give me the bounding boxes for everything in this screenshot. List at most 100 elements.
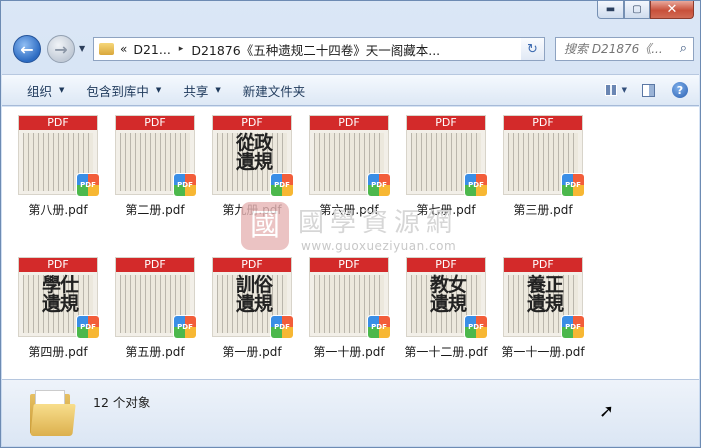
preview-pane-icon — [641, 83, 655, 97]
share-menu[interactable]: 共享 ▼ — [172, 75, 231, 105]
minimize-button[interactable]: ▬ — [597, 1, 624, 19]
chevron-down-icon: ▼ — [155, 86, 162, 94]
caption-buttons: ▬ ▢ ✕ — [597, 1, 694, 19]
pdf-band-label: PDF — [116, 116, 194, 130]
pdf-thumbnail[interactable]: PDF PDF — [115, 257, 196, 338]
file-item[interactable]: PDF 從政遺規 PDF 第九册.pdf — [204, 115, 300, 218]
pdf-band-label: PDF — [504, 258, 582, 272]
pdf-band-label: PDF — [407, 258, 485, 272]
file-item[interactable]: PDF 訓俗遺規 PDF 第一册.pdf — [204, 257, 300, 360]
help-button[interactable]: ? — [669, 80, 691, 100]
new-folder-label: 新建文件夹 — [242, 83, 306, 99]
file-name[interactable]: 第一册.pdf — [204, 343, 300, 360]
cover-title: 訓俗遺規 — [235, 274, 273, 315]
search-input[interactable] — [564, 42, 674, 56]
preview-pane-button[interactable] — [637, 80, 659, 100]
file-item[interactable]: PDF 養正遺規 PDF 第一十一册.pdf — [495, 257, 591, 360]
pdf-band-label: PDF — [213, 258, 291, 272]
pdf-thumbnail[interactable]: PDF 訓俗遺規 PDF — [212, 257, 293, 338]
refresh-button[interactable]: ↻ — [521, 37, 545, 61]
pdf-app-icon: PDF — [562, 174, 584, 196]
pdf-band-label: PDF — [504, 116, 582, 130]
organize-label: 组织 — [27, 83, 53, 99]
cover-title: 教女遺規 — [429, 274, 467, 315]
pdf-thumbnail[interactable]: PDF PDF — [406, 115, 487, 196]
file-item[interactable]: PDF PDF 第一十册.pdf — [301, 257, 397, 360]
chevron-down-icon: ▼ — [621, 86, 627, 94]
pdf-app-icon: PDF — [562, 316, 584, 338]
breadcrumb-separator-icon[interactable]: ▸ — [179, 44, 184, 54]
pdf-thumbnail[interactable]: PDF 學仕遺規 PDF — [18, 257, 99, 338]
history-dropdown-icon[interactable]: ▼ — [79, 44, 85, 53]
search-icon[interactable]: ⌕ — [680, 41, 687, 56]
pdf-thumbnail[interactable]: PDF PDF — [503, 115, 584, 196]
pdf-app-icon: PDF — [174, 316, 196, 338]
include-library-label: 包含到库中 — [86, 83, 149, 99]
pdf-thumbnail[interactable]: PDF PDF — [18, 115, 99, 196]
chevron-down-icon: ▼ — [59, 86, 65, 94]
folder-icon — [99, 43, 114, 55]
file-item[interactable]: PDF PDF 第三册.pdf — [495, 115, 591, 218]
pdf-app-icon: PDF — [174, 174, 196, 196]
pdf-app-icon: PDF — [77, 316, 99, 338]
file-name[interactable]: 第四册.pdf — [10, 343, 106, 360]
cover-title: 養正遺規 — [526, 274, 564, 315]
pdf-app-icon: PDF — [271, 174, 293, 196]
change-view-button[interactable]: ▼ — [605, 80, 627, 100]
cover-title: 從政遺規 — [235, 132, 273, 173]
share-label: 共享 — [183, 83, 209, 99]
status-bar: 12 个对象 — [2, 379, 699, 446]
pdf-band-label: PDF — [407, 116, 485, 130]
watermark-url: www.guoxueziyuan.com — [301, 239, 457, 253]
file-item[interactable]: PDF 教女遺規 PDF 第一十二册.pdf — [398, 257, 494, 360]
file-name[interactable]: 第五册.pdf — [107, 343, 203, 360]
file-name[interactable]: 第七册.pdf — [398, 201, 494, 218]
file-name[interactable]: 第六册.pdf — [301, 201, 397, 218]
file-name[interactable]: 第一十二册.pdf — [398, 343, 494, 360]
file-item[interactable]: PDF PDF 第二册.pdf — [107, 115, 203, 218]
file-item[interactable]: PDF PDF 第八册.pdf — [10, 115, 106, 218]
file-item[interactable]: PDF PDF 第七册.pdf — [398, 115, 494, 218]
file-name[interactable]: 第三册.pdf — [495, 201, 591, 218]
chevron-down-icon: ▼ — [215, 86, 221, 94]
overflow-chevrons[interactable]: « — [120, 42, 127, 56]
address-bar[interactable]: « D21... ▸ D21876《五种遗规二十四卷》天一阁藏本... ▼ — [93, 37, 535, 61]
pdf-thumbnail[interactable]: PDF 養正遺規 PDF — [503, 257, 584, 338]
back-button[interactable]: ← — [13, 35, 41, 63]
file-item[interactable]: PDF 學仕遺規 PDF 第四册.pdf — [10, 257, 106, 360]
pdf-app-icon: PDF — [271, 316, 293, 338]
file-item[interactable]: PDF PDF 第五册.pdf — [107, 257, 203, 360]
command-toolbar: 组织 ▼ 包含到库中 ▼ 共享 ▼ 新建文件夹 ▼ ? — [2, 74, 699, 106]
pdf-app-icon: PDF — [368, 316, 390, 338]
pdf-band-label: PDF — [19, 116, 97, 130]
file-name[interactable]: 第九册.pdf — [204, 201, 300, 218]
file-name[interactable]: 第一十一册.pdf — [495, 343, 591, 360]
pdf-band-label: PDF — [116, 258, 194, 272]
cover-title: 學仕遺規 — [41, 274, 79, 315]
pdf-app-icon: PDF — [368, 174, 390, 196]
toolbar-right: ▼ ? — [605, 80, 691, 100]
pdf-thumbnail[interactable]: PDF 教女遺規 PDF — [406, 257, 487, 338]
file-item[interactable]: PDF PDF 第六册.pdf — [301, 115, 397, 218]
pdf-band-label: PDF — [310, 116, 388, 130]
address-row: ← → ▼ « D21... ▸ D21876《五种遗规二十四卷》天一阁藏本..… — [9, 34, 694, 64]
pdf-thumbnail[interactable]: PDF PDF — [115, 115, 196, 196]
organize-menu[interactable]: 组织 ▼ — [2, 75, 75, 105]
include-in-library-menu[interactable]: 包含到库中 ▼ — [75, 75, 172, 105]
pdf-thumbnail[interactable]: PDF 從政遺規 PDF — [212, 115, 293, 196]
views-icon — [605, 84, 617, 96]
new-folder-button[interactable]: 新建文件夹 — [232, 75, 317, 105]
breadcrumb-item-current[interactable]: D21876《五种遗规二十四卷》天一阁藏本... — [191, 40, 440, 59]
file-name[interactable]: 第二册.pdf — [107, 201, 203, 218]
search-box[interactable]: ⌕ — [555, 37, 694, 61]
pdf-app-icon: PDF — [77, 174, 99, 196]
help-icon: ? — [672, 82, 688, 98]
breadcrumb-item[interactable]: D21... — [133, 42, 170, 57]
file-name[interactable]: 第八册.pdf — [10, 201, 106, 218]
pdf-thumbnail[interactable]: PDF PDF — [309, 115, 390, 196]
close-button[interactable]: ✕ — [650, 1, 694, 19]
pdf-thumbnail[interactable]: PDF PDF — [309, 257, 390, 338]
forward-button[interactable]: → — [47, 35, 75, 63]
file-name[interactable]: 第一十册.pdf — [301, 343, 397, 360]
maximize-button[interactable]: ▢ — [624, 1, 650, 19]
